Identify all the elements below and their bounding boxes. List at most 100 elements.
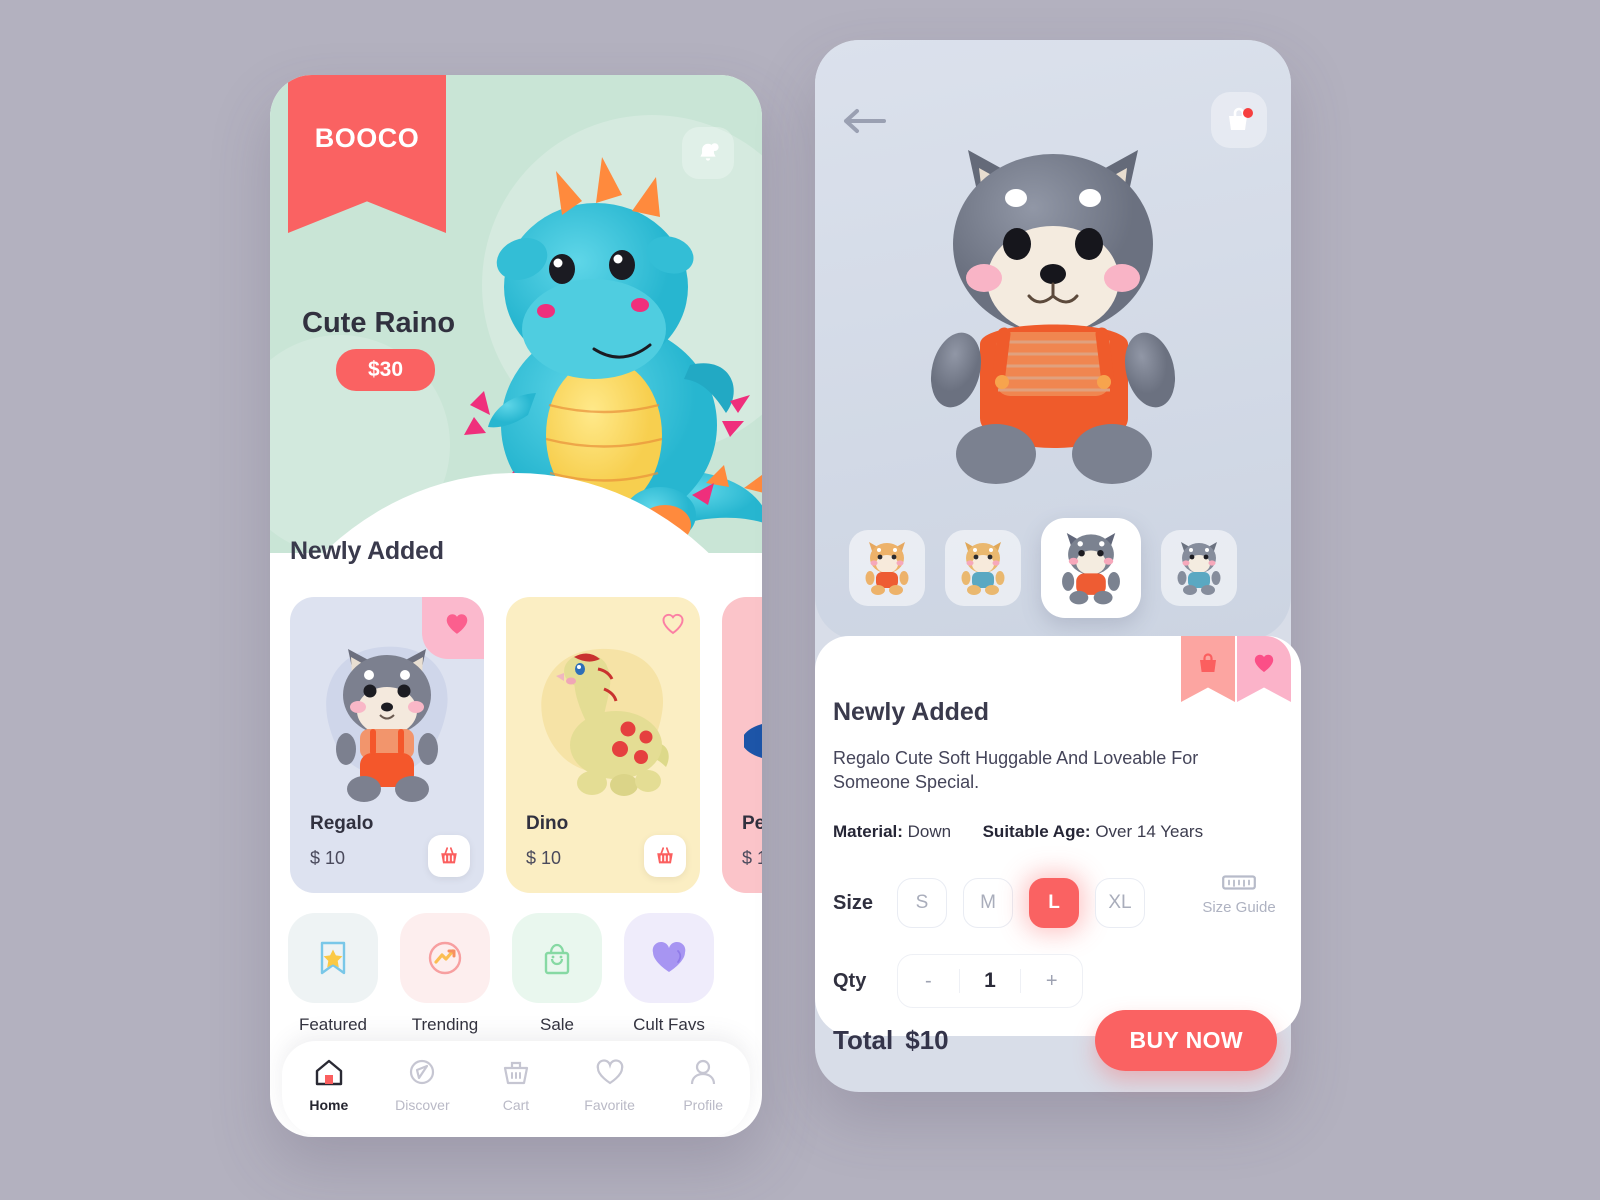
bag-icon: [1200, 653, 1216, 672]
add-to-cart-button[interactable]: [644, 835, 686, 877]
bottom-navigation[interactable]: Home Discover Cart Favorite Profile: [282, 1041, 750, 1137]
meta-value-material: Down: [907, 822, 952, 841]
qty-value[interactable]: 1: [958, 969, 1022, 993]
size-guide-button[interactable]: Size Guide: [1191, 874, 1287, 916]
cart-button[interactable]: [1211, 92, 1267, 148]
size-selector[interactable]: Size S M L XL: [833, 878, 1145, 928]
thumbnail-image: [961, 542, 1005, 595]
meta-label-age: Suitable Age:: [982, 822, 1091, 841]
product-price: $ 10: [526, 848, 562, 868]
arrow-left-icon: [844, 109, 886, 133]
heart-icon: [652, 941, 686, 972]
shopping-bag-icon: [544, 943, 570, 975]
detail-description: Regalo Cute Soft Huggable And Loveable F…: [833, 748, 1199, 793]
nav-label: Profile: [683, 1097, 724, 1113]
heart-icon: [596, 1059, 623, 1085]
thumbnail-image: [865, 542, 909, 595]
basket-icon: [441, 847, 457, 864]
product-price: $ 10: [310, 848, 346, 868]
hero-price-pill: $30: [336, 349, 436, 391]
person-icon: [691, 1059, 716, 1085]
nav-item-profile[interactable]: Profile: [664, 1057, 742, 1113]
favorite-badge[interactable]: [1237, 636, 1291, 702]
nav-item-home[interactable]: Home: [290, 1057, 368, 1113]
size-option-xl[interactable]: XL: [1095, 878, 1145, 928]
product-detail-panel: Newly Added Regalo Cute Soft Huggable An…: [815, 636, 1301, 1036]
detail-title: Newly Added: [833, 698, 990, 726]
product-gallery: [815, 40, 1291, 640]
product-price: $ 1: [742, 848, 762, 868]
add-to-bag-badge[interactable]: [1181, 636, 1235, 702]
qty-label: Qty: [833, 969, 867, 992]
heart-icon: [446, 614, 468, 634]
nav-label: Discover: [395, 1097, 450, 1113]
bookmark-star-icon: [320, 941, 346, 975]
product-image: [744, 723, 762, 759]
nav-label: Home: [309, 1097, 349, 1113]
detail-meta: Material: Down Suitable Age: Over 14 Yea…: [833, 822, 1203, 842]
thumbnail-item[interactable]: [945, 530, 1021, 606]
category-sale[interactable]: Sale: [512, 913, 602, 1035]
bag-icon: [1229, 107, 1253, 130]
add-to-cart-button[interactable]: [428, 835, 470, 877]
screen: BOOCO Cute Raino $30 Newly Added Regalo …: [0, 0, 1600, 1200]
product-hero-image: [930, 150, 1176, 484]
product-card[interactable]: Pe $ 1: [722, 597, 762, 893]
nav-item-cart[interactable]: Cart: [477, 1057, 555, 1113]
compass-icon: [410, 1059, 435, 1085]
basket-icon: [657, 847, 673, 864]
home-screen: BOOCO Cute Raino $30 Newly Added Regalo …: [270, 75, 762, 1137]
category-cult-favs[interactable]: Cult Favs: [624, 913, 714, 1035]
purchase-footer: Total $10 BUY NOW: [815, 1000, 1291, 1092]
qty-increment-button[interactable]: +: [1021, 970, 1082, 993]
nav-label: Favorite: [584, 1097, 635, 1113]
product-card-list[interactable]: Regalo $ 10 Dino $ 10 Pe $: [290, 597, 762, 893]
product-detail-screen: Newly Added Regalo Cute Soft Huggable An…: [815, 40, 1301, 1092]
basket-icon: [503, 1061, 529, 1085]
home-icon: [315, 1059, 342, 1086]
size-guide-label: Size Guide: [1202, 899, 1276, 916]
category-label: Cult Favs: [633, 1015, 705, 1034]
section-title-newly-added: Newly Added: [290, 537, 444, 565]
size-option-s[interactable]: S: [897, 878, 947, 928]
thumbnail-item[interactable]: [849, 530, 925, 606]
brand-logo: BOOCO: [288, 75, 446, 233]
ruler-icon: [1222, 875, 1256, 890]
product-card[interactable]: Dino $ 10: [506, 597, 700, 893]
product-card[interactable]: Regalo $ 10: [290, 597, 484, 893]
meta-label-material: Material:: [833, 822, 903, 841]
nav-label: Cart: [502, 1097, 530, 1113]
heart-icon: [662, 613, 684, 635]
product-name: Dino: [526, 813, 569, 834]
thumbnail-item[interactable]: [1041, 518, 1141, 618]
thumbnail-image: [1177, 542, 1221, 595]
thumbnail-image: [1062, 533, 1120, 605]
size-option-m[interactable]: M: [963, 878, 1013, 928]
size-option-l[interactable]: L: [1029, 878, 1079, 928]
buy-now-button[interactable]: BUY NOW: [1095, 1009, 1277, 1071]
category-label: Trending: [411, 1015, 479, 1034]
product-name: Pe: [742, 813, 762, 834]
category-trending[interactable]: Trending: [400, 913, 490, 1035]
product-image: [541, 648, 669, 796]
thumbnail-item[interactable]: [1161, 530, 1237, 606]
hero-title: Cute Raino: [302, 307, 456, 339]
nav-item-favorite[interactable]: Favorite: [571, 1057, 649, 1113]
category-featured[interactable]: Featured: [288, 913, 378, 1035]
category-list[interactable]: Featured Trending Sale Cult Favs: [288, 913, 714, 1035]
brand-name: BOOCO: [314, 123, 420, 153]
category-label: Sale: [539, 1015, 575, 1034]
product-name: Regalo: [310, 813, 374, 834]
notification-button[interactable]: [682, 127, 734, 179]
detail-badges[interactable]: [1181, 636, 1291, 702]
meta-value-age: Over 14 Years: [1095, 822, 1204, 841]
trending-up-icon: [428, 941, 462, 975]
thumbnail-list[interactable]: [849, 518, 1237, 618]
back-button[interactable]: [837, 100, 891, 142]
nav-item-discover[interactable]: Discover: [383, 1057, 461, 1113]
qty-decrement-button[interactable]: -: [898, 970, 959, 993]
hero-banner: BOOCO Cute Raino $30: [270, 75, 762, 553]
product-image: [326, 646, 448, 802]
size-label: Size: [833, 891, 874, 914]
total-amount: $10: [905, 1024, 949, 1055]
